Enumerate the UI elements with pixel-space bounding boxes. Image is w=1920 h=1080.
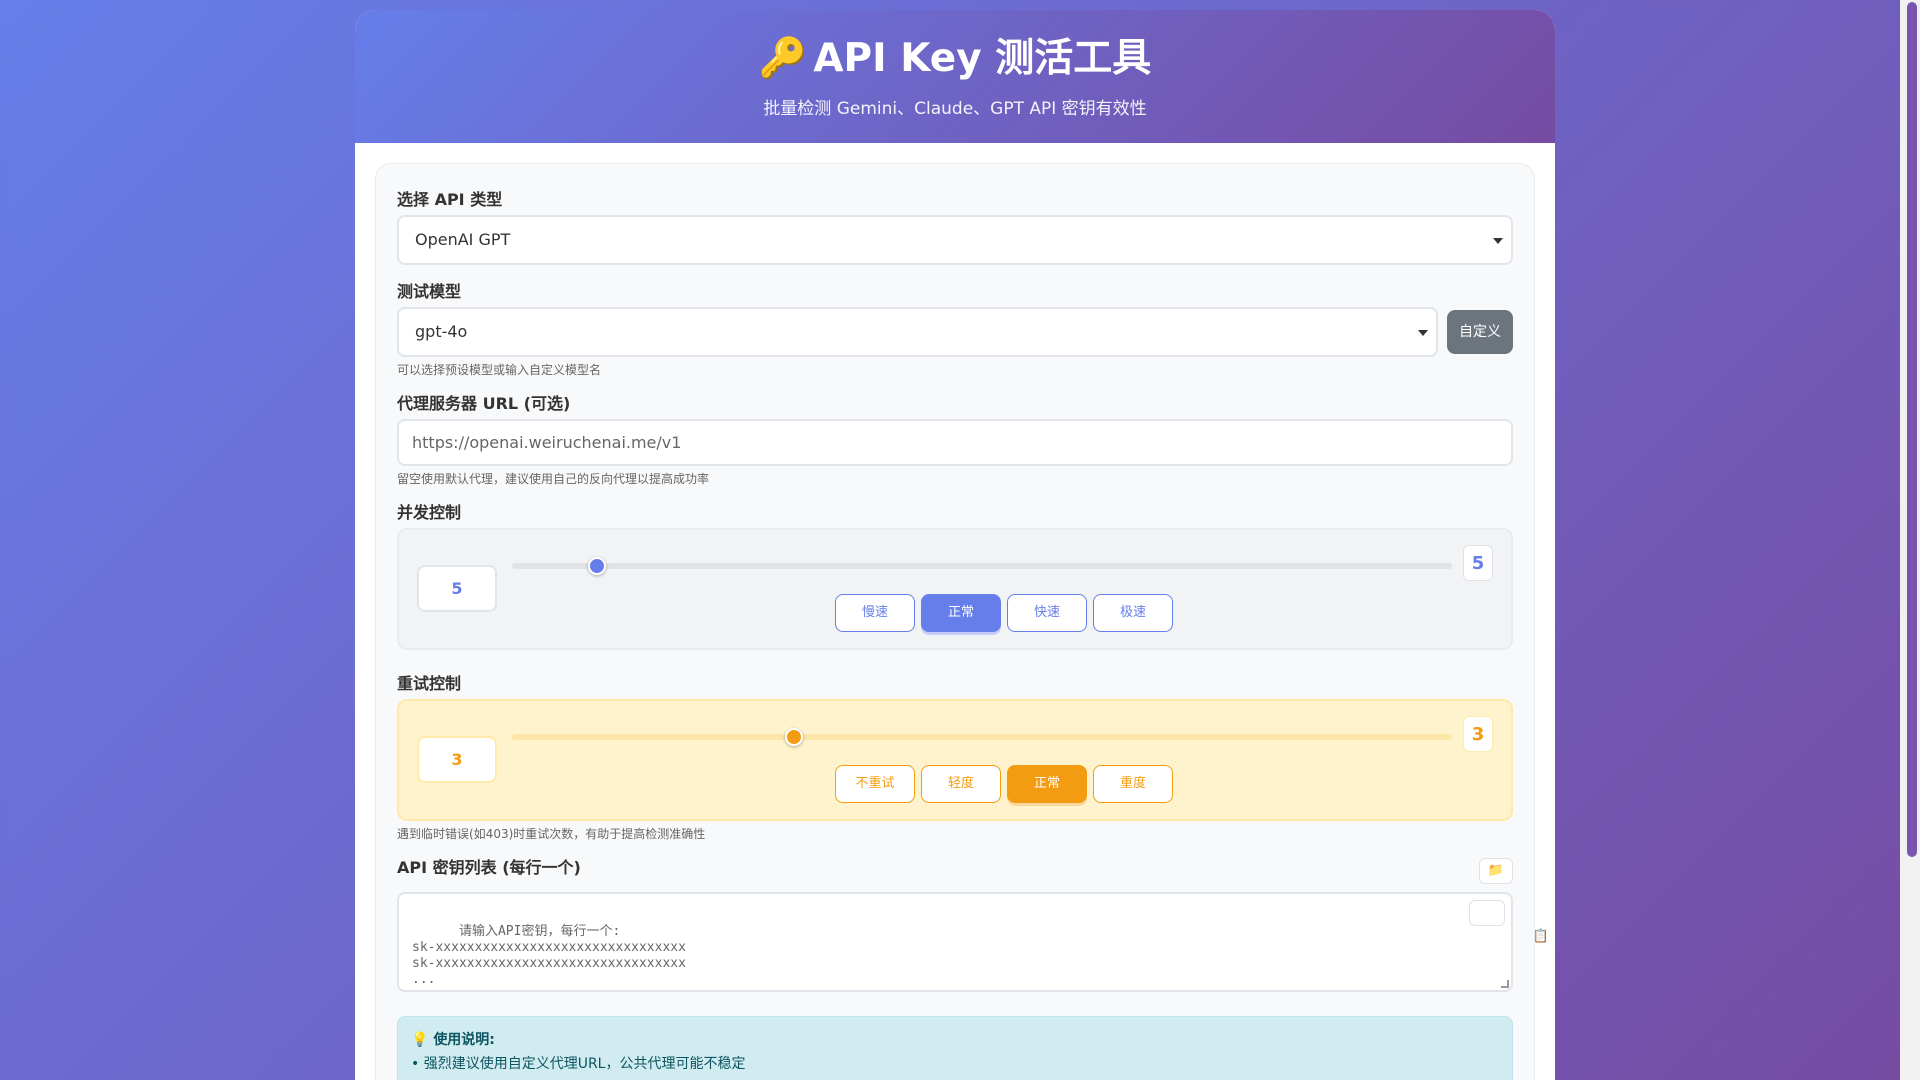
resize-handle[interactable] <box>1501 980 1509 988</box>
page-header: 🔑 API Key 测活工具 批量检测 Gemini、Claude、GPT API… <box>355 10 1555 143</box>
retry-hint: 遇到临时错误(如403)时重试次数，有助于提高检测准确性 <box>397 827 706 841</box>
folder-icon: 📁 <box>1487 863 1505 878</box>
page-title: 🔑 API Key 测活工具 <box>355 34 1555 84</box>
model-hint: 可以选择预设模型或输入自定义模型名 <box>397 363 602 377</box>
model-value: gpt-4o <box>415 322 468 341</box>
custom-model-button[interactable]: 自定义 <box>1447 310 1513 354</box>
api-type-select[interactable]: OpenAI GPT <box>397 215 1513 265</box>
retry-presets: 不重试 轻度 正常 重度 <box>835 765 1173 803</box>
api-keys-label: API 密钥列表 (每行一个) <box>397 858 581 877</box>
retry-slider-thumb[interactable] <box>785 728 803 746</box>
model-select[interactable]: gpt-4o <box>397 307 1438 357</box>
concurrency-number-input[interactable]: 5 <box>417 565 497 612</box>
clipboard-icon: 📋 <box>1532 929 1549 944</box>
api-type-value: OpenAI GPT <box>415 230 511 249</box>
retry-slider[interactable] <box>512 728 1452 746</box>
import-file-button[interactable]: 📁 <box>1479 858 1513 884</box>
concurrency-slider-thumb[interactable] <box>587 557 606 575</box>
proxy-url-placeholder: https://openai.weiruchenai.me/v1 <box>412 433 682 452</box>
api-keys-placeholder: 请输入API密钥，每行一个: sk-xxxxxxxxxxxxxxxxxxxxxx… <box>412 924 686 987</box>
chevron-down-icon <box>1493 238 1503 244</box>
key-icon: 🔑 <box>758 36 808 81</box>
proxy-hint: 留空使用默认代理，建议使用自己的反向代理以提高成功率 <box>397 472 710 486</box>
page-title-text: API Key 测活工具 <box>813 36 1152 81</box>
retry-preset-light[interactable]: 轻度 <box>921 765 1001 803</box>
concurrency-preset-normal[interactable]: 正常 <box>921 594 1001 632</box>
concurrency-preset-slow[interactable]: 慢速 <box>835 594 915 632</box>
usage-notice: 💡 使用说明: • 强烈建议使用自定义代理URL，公共代理可能不稳定 <box>397 1016 1513 1080</box>
proxy-url-input[interactable]: https://openai.weiruchenai.me/v1 <box>397 419 1513 466</box>
concurrency-preset-fast[interactable]: 快速 <box>1007 594 1087 632</box>
notice-title: 💡 使用说明: <box>411 1029 1499 1049</box>
chevron-down-icon <box>1418 330 1428 336</box>
page-subtitle: 批量检测 Gemini、Claude、GPT API 密钥有效性 <box>763 99 1147 119</box>
api-type-label: 选择 API 类型 <box>397 190 503 209</box>
retry-preset-normal[interactable]: 正常 <box>1007 765 1087 803</box>
retry-control: 3 3 不重试 轻度 正常 重度 <box>397 699 1513 821</box>
settings-card: 选择 API 类型 OpenAI GPT 测试模型 gpt-4o 自定义 可以选… <box>375 163 1549 1080</box>
notice-line: • 强烈建议使用自定义代理URL，公共代理可能不稳定 <box>411 1056 746 1072</box>
model-label: 测试模型 <box>397 282 462 301</box>
concurrency-presets: 慢速 正常 快速 极速 <box>835 594 1173 632</box>
concurrency-preset-max[interactable]: 极速 <box>1093 594 1173 632</box>
api-keys-textarea[interactable]: 请输入API密钥，每行一个: sk-xxxxxxxxxxxxxxxxxxxxxx… <box>397 892 1549 992</box>
retry-preset-heavy[interactable]: 重度 <box>1093 765 1173 803</box>
concurrency-control: 5 5 慢速 正常 快速 极速 <box>397 528 1513 650</box>
concurrency-value-badge: 5 <box>1463 545 1493 581</box>
app-container: 🔑 API Key 测活工具 批量检测 Gemini、Claude、GPT API… <box>355 10 1555 1080</box>
retry-value-badge: 3 <box>1463 716 1493 752</box>
retry-preset-none[interactable]: 不重试 <box>835 765 915 803</box>
paste-button[interactable]: 📋 <box>1469 900 1549 944</box>
concurrency-label: 并发控制 <box>397 503 462 522</box>
retry-number-input[interactable]: 3 <box>417 736 497 783</box>
concurrency-slider[interactable] <box>512 557 1452 575</box>
scrollbar-thumb[interactable] <box>1907 2 1917 857</box>
retry-label: 重试控制 <box>397 674 462 693</box>
proxy-label: 代理服务器 URL (可选) <box>397 394 571 413</box>
page-scrollbar[interactable] <box>1900 0 1920 1080</box>
